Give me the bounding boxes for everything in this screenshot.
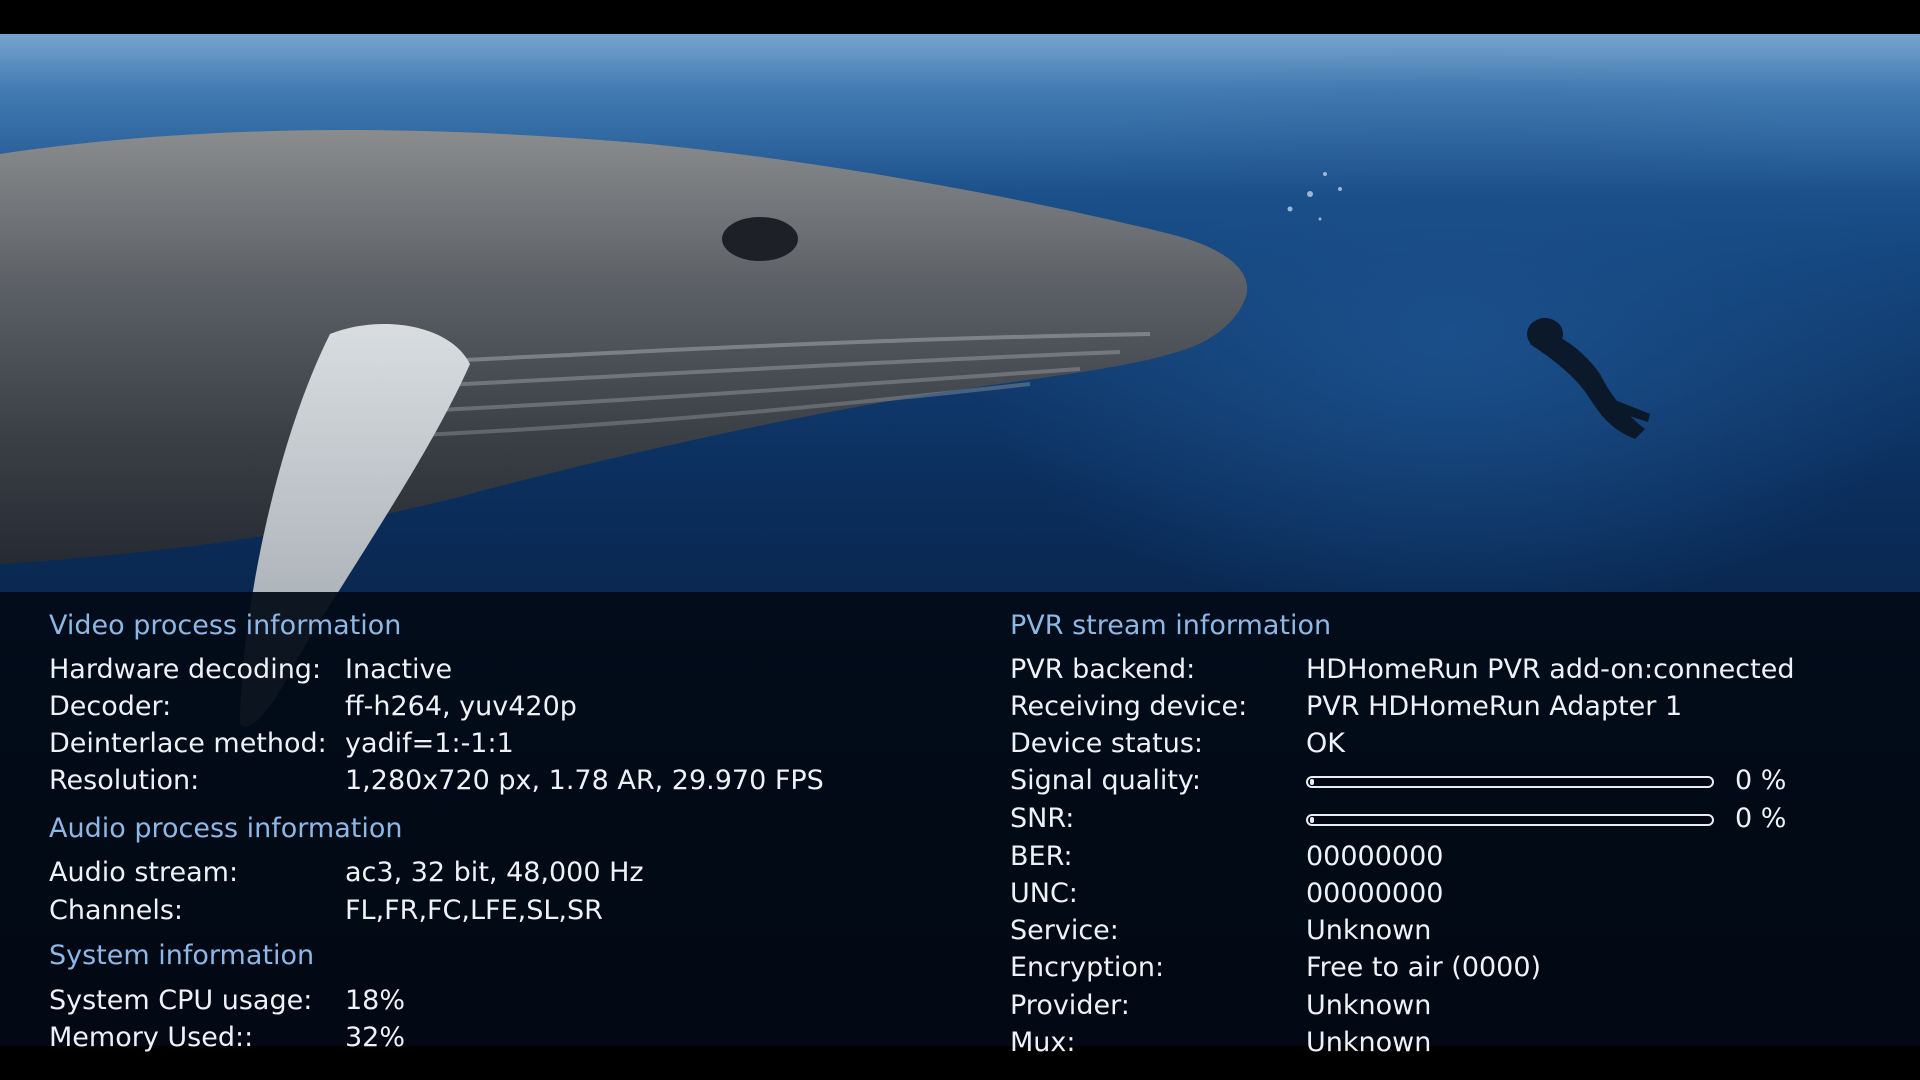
row-value: Unknown bbox=[1306, 915, 1432, 946]
row-label: Service: bbox=[1010, 915, 1119, 946]
row-label: Deinterlace method: bbox=[49, 728, 327, 759]
snr-bar bbox=[1306, 814, 1714, 826]
row-value: Free to air (0000) bbox=[1306, 952, 1542, 983]
row-value: OK bbox=[1306, 728, 1345, 759]
row-value: 1,280x720 px, 1.78 AR, 29.970 FPS bbox=[345, 765, 824, 796]
row-label: Encryption: bbox=[1010, 952, 1165, 983]
row-label: SNR: bbox=[1010, 803, 1075, 834]
row-label: PVR backend: bbox=[1010, 654, 1196, 685]
pvr-stream-title: PVR stream information bbox=[1010, 610, 1332, 641]
row-value: HDHomeRun PVR add-on:connected bbox=[1306, 654, 1795, 685]
row-label: Decoder: bbox=[49, 691, 172, 722]
row-label: Audio stream: bbox=[49, 857, 239, 888]
row-label: Device status: bbox=[1010, 728, 1203, 759]
audio-process-title: Audio process information bbox=[49, 813, 403, 844]
row-value: PVR HDHomeRun Adapter 1 bbox=[1306, 691, 1683, 722]
codec-info-overlay: Video process information Hardware decod… bbox=[0, 592, 1920, 1058]
row-label: Mux: bbox=[1010, 1027, 1076, 1058]
row-value: 32% bbox=[345, 1022, 406, 1053]
row-value: Inactive bbox=[345, 654, 453, 685]
snr-bar-fill bbox=[1310, 817, 1314, 823]
video-process-title: Video process information bbox=[49, 610, 402, 641]
row-value: Unknown bbox=[1306, 1027, 1432, 1058]
row-value: ac3, 32 bit, 48,000 Hz bbox=[345, 857, 644, 888]
row-label: Channels: bbox=[49, 895, 184, 926]
row-value: 18% bbox=[345, 985, 406, 1016]
row-label: Signal quality: bbox=[1010, 765, 1202, 796]
row-value: 00000000 bbox=[1306, 841, 1444, 872]
letterbox-top bbox=[0, 0, 1920, 34]
signal-quality-bar bbox=[1306, 776, 1714, 788]
row-value: Unknown bbox=[1306, 990, 1432, 1021]
row-label: BER: bbox=[1010, 841, 1073, 872]
row-label: Receiving device: bbox=[1010, 691, 1248, 722]
row-label: System CPU usage: bbox=[49, 985, 313, 1016]
row-label: Hardware decoding: bbox=[49, 654, 322, 685]
row-value: 00000000 bbox=[1306, 878, 1444, 909]
row-label: UNC: bbox=[1010, 878, 1078, 909]
row-value: yadif=1:-1:1 bbox=[345, 728, 514, 759]
row-label: Memory Used:: bbox=[49, 1022, 254, 1053]
row-label: Resolution: bbox=[49, 765, 200, 796]
row-value: FL,FR,FC,LFE,SL,SR bbox=[345, 895, 603, 926]
system-info-title: System information bbox=[49, 940, 315, 971]
signal-quality-bar-fill bbox=[1310, 779, 1314, 785]
snr-percent: 0 % bbox=[1735, 803, 1787, 834]
row-label: Provider: bbox=[1010, 990, 1130, 1021]
row-value: ff-h264, yuv420p bbox=[345, 691, 577, 722]
letterbox-bottom bbox=[0, 1046, 1920, 1080]
signal-quality-percent: 0 % bbox=[1735, 765, 1787, 796]
